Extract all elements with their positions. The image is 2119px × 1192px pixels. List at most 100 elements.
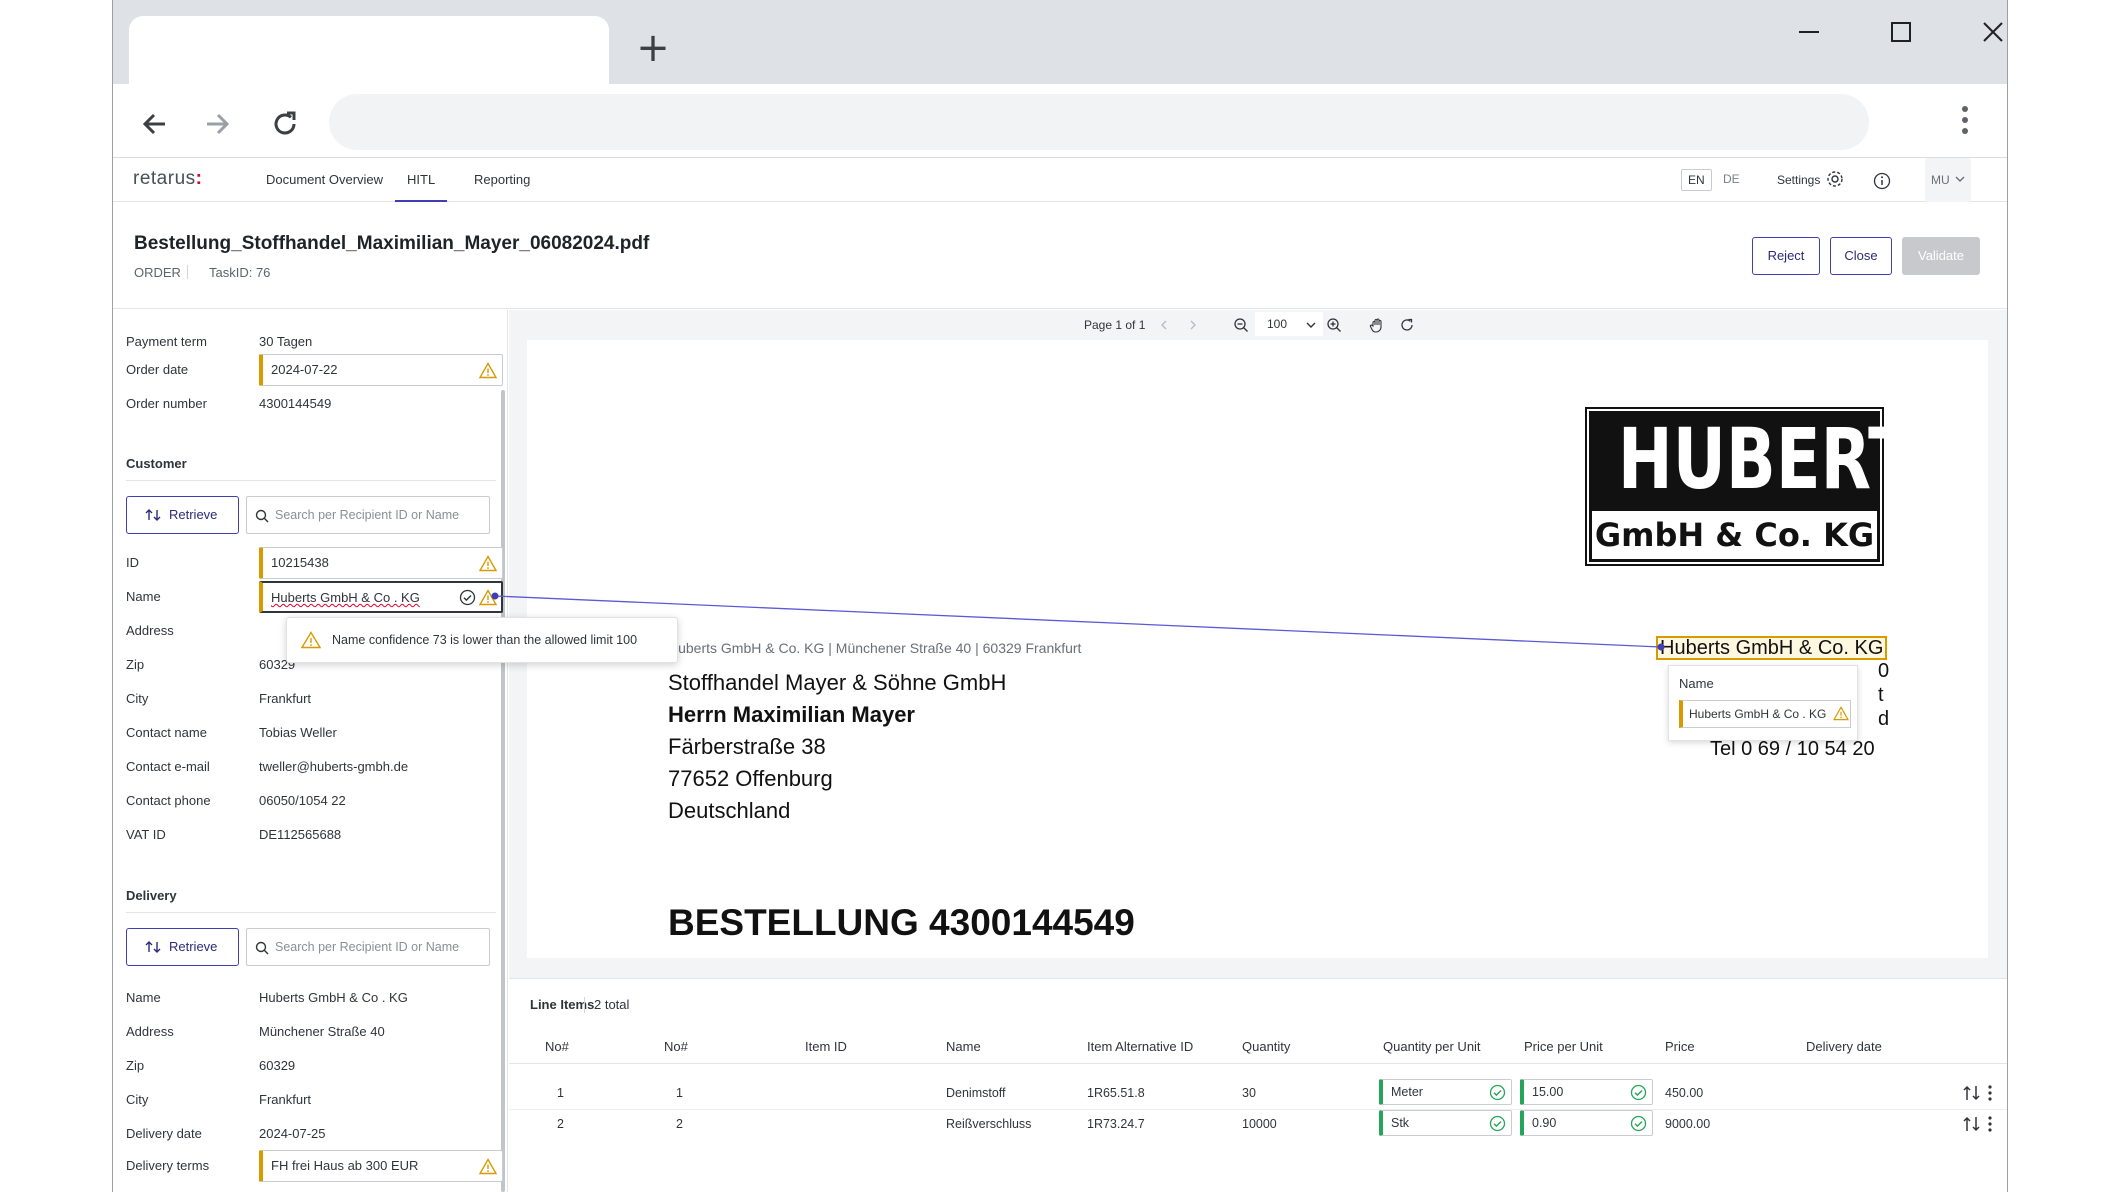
more-vertical-icon[interactable]: [1987, 1084, 1993, 1102]
check-circle-icon[interactable]: [459, 589, 476, 606]
chevron-right-icon[interactable]: [1187, 319, 1199, 331]
table-row[interactable]: 2 2 Reißverschluss 1R73.24.7 10000 Stk 0…: [509, 1110, 2007, 1138]
cell-quantity: 30: [1242, 1086, 1256, 1100]
zoom-in-icon[interactable]: [1326, 317, 1342, 333]
info-icon: [1873, 172, 1891, 190]
col-header[interactable]: Item Alternative ID: [1087, 1039, 1193, 1054]
field-label: Order number: [126, 396, 207, 411]
popup-name-input[interactable]: Huberts GmbH & Co . KG: [1679, 700, 1851, 728]
close-button[interactable]: Close: [1830, 237, 1892, 275]
settings-link[interactable]: Settings: [1777, 158, 1844, 202]
cell-value: 0.90: [1532, 1116, 1557, 1130]
address-fragment: d: [1878, 708, 1890, 730]
field-label: Zip: [126, 657, 145, 672]
zoom-out-icon[interactable]: [1233, 317, 1249, 333]
document-type: ORDER: [134, 265, 181, 280]
col-header[interactable]: Name: [946, 1039, 981, 1054]
browser-menu-button[interactable]: [1953, 102, 1977, 142]
field-label: Contact name: [126, 725, 207, 740]
zoom-value: 100: [1267, 317, 1288, 331]
order-date-input[interactable]: 2024-07-22: [259, 354, 503, 386]
app-header: retarus: Document Overview HITL Reportin…: [113, 158, 2007, 202]
customer-heading: Customer: [126, 456, 187, 471]
col-header[interactable]: Price per Unit: [1524, 1039, 1603, 1054]
customer-id-input[interactable]: 10215438: [259, 547, 503, 579]
cell-value: Meter: [1391, 1085, 1423, 1099]
recipient-person: Herrn Maximilian Mayer: [668, 702, 915, 727]
zoom-select[interactable]: 100: [1255, 312, 1323, 336]
field-value: Tobias Weller: [259, 725, 337, 740]
maximize-icon: [1891, 22, 1911, 42]
scrollbar[interactable]: [501, 390, 505, 1192]
browser-tab[interactable]: [129, 16, 609, 84]
delivery-terms-input[interactable]: FH frei Haus ab 300 EUR: [259, 1150, 503, 1182]
lang-de[interactable]: DE: [1717, 169, 1746, 191]
cell-alt-id: 1R65.51.8: [1087, 1086, 1145, 1100]
highlighted-company-name[interactable]: Huberts GmbH & Co. KG: [1656, 636, 1888, 660]
field-value: 2024-07-25: [259, 1126, 326, 1141]
reject-button[interactable]: Reject: [1752, 237, 1820, 275]
maximize-button[interactable]: [1871, 14, 1931, 50]
field-vat-id: VAT ID DE112565688: [126, 819, 496, 849]
minimize-button[interactable]: [1779, 14, 1839, 50]
cell-no: 1: [676, 1086, 683, 1100]
search-placeholder: Search per Recipient ID or Name: [275, 940, 460, 954]
pan-hand-icon[interactable]: [1369, 317, 1385, 333]
retrieve-label: Retrieve: [169, 507, 218, 522]
customer-search-input[interactable]: Search per Recipient ID or Name: [246, 496, 490, 534]
col-header[interactable]: No#: [664, 1039, 688, 1054]
table-row[interactable]: 1 1 Denimstoff 1R65.51.8 30 Meter 15.00 …: [509, 1079, 2007, 1107]
customer-retrieve-button[interactable]: Retrieve: [126, 496, 239, 534]
delivery-retrieve-button[interactable]: Retrieve: [126, 928, 239, 966]
col-header[interactable]: Quantity per Unit: [1383, 1039, 1481, 1054]
col-header[interactable]: Delivery date: [1806, 1039, 1882, 1054]
back-button[interactable]: [135, 104, 175, 144]
address-bar[interactable]: [329, 94, 1869, 150]
retarus-logo: retarus:: [133, 168, 203, 189]
search-icon: [255, 941, 269, 955]
popup-label: Name: [1679, 676, 1714, 691]
cell-name: Denimstoff: [946, 1086, 1006, 1100]
col-header[interactable]: Quantity: [1242, 1039, 1290, 1054]
field-order-number: Order number 4300144549: [126, 388, 496, 418]
nav-hitl[interactable]: HITL: [395, 158, 448, 202]
swap-icon[interactable]: [1962, 1115, 1982, 1133]
swap-icon[interactable]: [1962, 1084, 1982, 1102]
cell-alt-id: 1R73.24.7: [1087, 1117, 1145, 1131]
field-contact-name: Contact name Tobias Weller: [126, 717, 496, 747]
sender-line: Huberts GmbH & Co. KG | Münchener Straße…: [668, 640, 1082, 656]
cell-price: 450.00: [1665, 1086, 1704, 1100]
user-menu[interactable]: MU: [1925, 158, 1971, 202]
nav-reporting[interactable]: Reporting: [462, 158, 542, 202]
check-circle-icon: [1630, 1115, 1647, 1132]
more-vertical-icon[interactable]: [1987, 1115, 1993, 1133]
rotate-icon[interactable]: [1399, 317, 1415, 333]
pdf-viewer: Page 1 of 1 100 HUBERTS GmbH & Co. KG Hu…: [509, 310, 2007, 978]
lang-en[interactable]: EN: [1681, 169, 1712, 191]
field-delivery-city: City Frankfurt: [126, 1084, 496, 1114]
new-tab-button[interactable]: +: [633, 28, 673, 70]
cell-name: Reißverschluss: [946, 1117, 1032, 1131]
chevron-left-icon[interactable]: [1158, 319, 1170, 331]
address-fragment: 0: [1878, 660, 1890, 682]
reload-button[interactable]: [265, 104, 305, 144]
field-value: Frankfurt: [259, 691, 312, 706]
field-value: 60329: [259, 1058, 296, 1073]
validate-button[interactable]: Validate: [1902, 237, 1980, 275]
retrieve-icon: [145, 941, 161, 953]
divider: [126, 480, 496, 481]
col-header[interactable]: No#: [545, 1039, 569, 1054]
popup-value: Huberts GmbH & Co . KG: [1689, 707, 1827, 721]
info-button[interactable]: [1873, 172, 1891, 190]
field-contact-email: Contact e-mail tweller@huberts-gmbh.de: [126, 751, 496, 781]
nav-document-overview[interactable]: Document Overview: [254, 158, 395, 202]
browser-window: + retarus: Document Overview HITL Report…: [112, 0, 2008, 1192]
col-header[interactable]: Price: [1665, 1039, 1695, 1054]
search-placeholder: Search per Recipient ID or Name: [275, 508, 460, 522]
forward-button[interactable]: [197, 104, 237, 144]
logo-line1: HUBERTS: [1617, 410, 1961, 508]
delivery-search-input[interactable]: Search per Recipient ID or Name: [246, 928, 490, 966]
col-header[interactable]: Item ID: [805, 1039, 847, 1054]
warning-icon: [479, 555, 497, 572]
close-window-button[interactable]: [1963, 14, 2007, 50]
